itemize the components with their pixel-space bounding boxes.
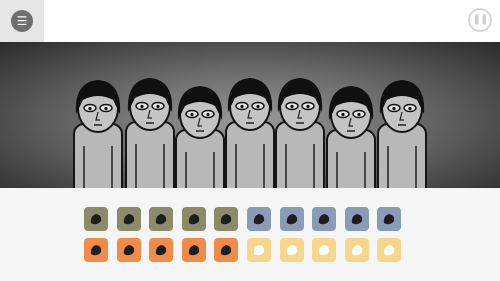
- beat-2-icon[interactable]: [116, 207, 141, 231]
- melody-2-icon[interactable]: [116, 238, 141, 262]
- melody-1-icon[interactable]: [84, 238, 108, 262]
- pause-button[interactable]: ❚❚: [468, 8, 492, 32]
- menu-area: ☰: [0, 0, 44, 42]
- effect-5-icon[interactable]: [377, 207, 402, 231]
- melody-5-icon[interactable]: [214, 238, 239, 262]
- voice-3-icon[interactable]: [312, 238, 337, 262]
- beat-5-icon[interactable]: [214, 207, 239, 231]
- character-7[interactable]: [377, 80, 427, 188]
- melody-4-icon[interactable]: [181, 238, 206, 262]
- character-2[interactable]: [125, 78, 175, 188]
- melody-3-icon[interactable]: [149, 238, 174, 262]
- voice-5-icon[interactable]: [377, 238, 402, 262]
- character-stage: [0, 42, 500, 188]
- character-1[interactable]: [73, 80, 123, 188]
- beat-4-icon[interactable]: [181, 207, 206, 231]
- effect-2-icon[interactable]: [279, 207, 304, 231]
- effect-4-icon[interactable]: [344, 207, 369, 231]
- effect-1-icon[interactable]: [247, 207, 271, 231]
- voice-2-icon[interactable]: [279, 238, 304, 262]
- character-6[interactable]: [326, 86, 376, 188]
- voice-1-icon[interactable]: [247, 238, 271, 262]
- characters-layer: [73, 78, 427, 188]
- effect-3-icon[interactable]: [312, 207, 337, 231]
- beat-3-icon[interactable]: [149, 207, 174, 231]
- voice-4-icon[interactable]: [344, 238, 369, 262]
- character-5[interactable]: [275, 78, 325, 188]
- character-4[interactable]: [225, 78, 275, 188]
- menu-button[interactable]: ☰: [11, 10, 33, 32]
- character-3[interactable]: [175, 86, 225, 188]
- sound-icons-dock: [0, 188, 500, 281]
- beat-1-icon[interactable]: [84, 207, 108, 231]
